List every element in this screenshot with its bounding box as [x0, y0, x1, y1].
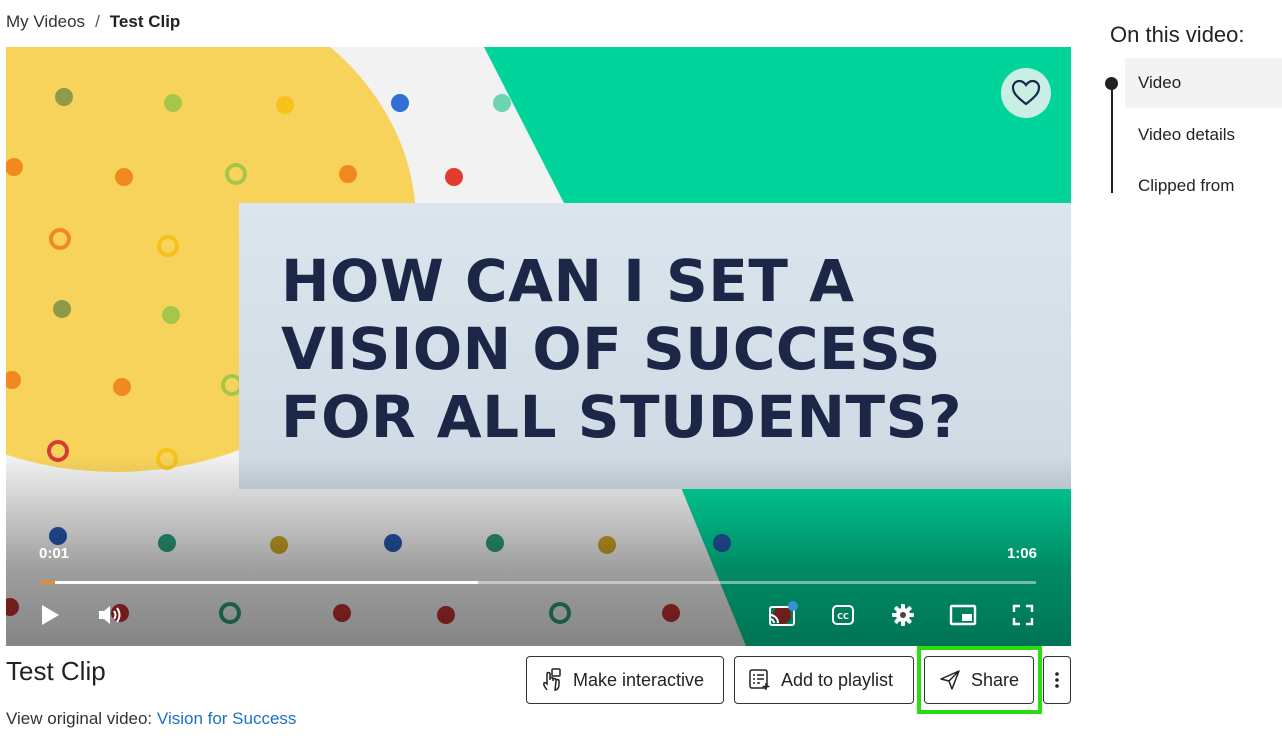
progress-bar[interactable]: [40, 581, 1036, 584]
cast-icon: [769, 601, 798, 626]
cast-button[interactable]: [766, 598, 800, 632]
video-title: Test Clip: [6, 656, 106, 686]
toc-item-label: Video: [1138, 73, 1182, 92]
toc-item-clipped-from[interactable]: Clipped from: [1125, 161, 1282, 211]
heart-icon: [1011, 79, 1041, 106]
make-interactive-label: Make interactive: [573, 669, 705, 690]
kebab-icon: [1055, 672, 1059, 688]
toc-item-label: Clipped from: [1138, 176, 1235, 195]
share-highlight: [917, 646, 1042, 714]
make-interactive-button[interactable]: Make interactive: [526, 656, 724, 704]
toc-heading: On this video:: [1110, 22, 1245, 47]
title-card: HOW CAN I SET A VISION OF SUCCESS FOR AL…: [239, 203, 1071, 489]
toc-line: [1111, 80, 1113, 193]
svg-text:CC: CC: [837, 612, 849, 621]
add-to-playlist-label: Add to playlist: [781, 669, 894, 690]
settings-icon: [892, 604, 914, 626]
video-headline: HOW CAN I SET A VISION OF SUCCESS FOR AL…: [281, 247, 962, 451]
toc-active-dot: [1105, 77, 1118, 90]
original-video-link[interactable]: Vision for Success: [157, 709, 297, 728]
breadcrumb-my-videos[interactable]: My Videos: [6, 12, 85, 32]
picture-in-picture-button[interactable]: [946, 598, 980, 632]
breadcrumb-separator: /: [95, 12, 100, 31]
interactive-hand-icon: [543, 668, 561, 691]
progress-played: [40, 581, 55, 584]
toc-item-video[interactable]: Video: [1125, 58, 1282, 108]
original-video-line: View original video: Vision for Success: [6, 709, 296, 729]
fullscreen-button[interactable]: [1006, 598, 1040, 632]
original-video-label: View original video:: [6, 709, 153, 728]
more-options-button[interactable]: [1043, 656, 1071, 704]
captions-button[interactable]: CC: [826, 598, 860, 632]
progress-buffered: [40, 581, 479, 584]
playlist-add-icon: [749, 669, 770, 690]
breadcrumb: My Videos / Test Clip: [6, 12, 180, 32]
picture-in-picture-icon: [949, 604, 977, 626]
volume-button[interactable]: [93, 598, 127, 632]
current-time: 0:01: [39, 545, 70, 562]
play-button[interactable]: [33, 598, 67, 632]
favorite-button[interactable]: [1001, 68, 1051, 118]
toc-item-label: Video details: [1138, 125, 1236, 144]
duration: 1:06: [1006, 545, 1037, 562]
add-to-playlist-button[interactable]: Add to playlist: [734, 656, 914, 704]
settings-button[interactable]: [886, 598, 920, 632]
video-player[interactable]: HOW CAN I SET A VISION OF SUCCESS FOR AL…: [6, 47, 1071, 646]
play-icon: [42, 605, 59, 625]
toc-item-video-details[interactable]: Video details: [1125, 110, 1282, 160]
breadcrumb-current: Test Clip: [109, 12, 181, 31]
fullscreen-icon: [1012, 604, 1034, 626]
volume-icon: [99, 606, 121, 624]
captions-icon: CC: [832, 605, 854, 625]
